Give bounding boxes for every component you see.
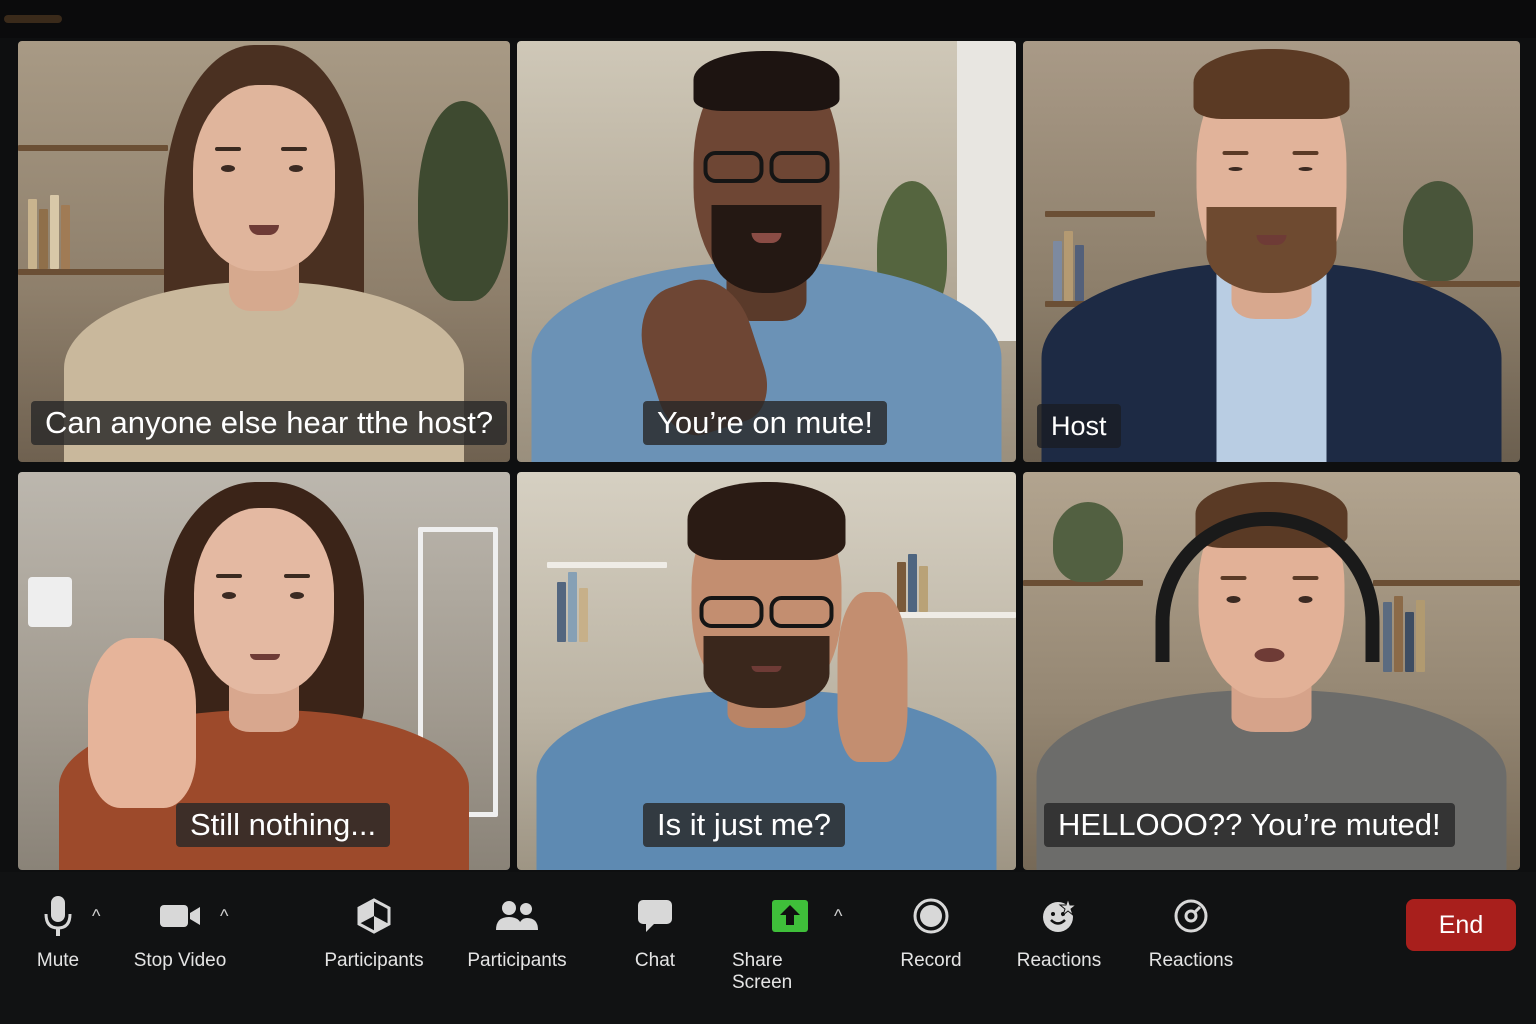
reactions-button-2[interactable]: Reactions [1146, 872, 1236, 972]
participant-tile-1[interactable]: Can anyone else hear tthe host? [18, 41, 510, 462]
chat-bubble-icon [636, 888, 674, 944]
participant-caption: You’re on mute! [643, 401, 888, 445]
mute-button[interactable]: Mute [30, 872, 86, 972]
video-camera-icon [158, 888, 202, 944]
reactions-button-1[interactable]: Reactions [1014, 872, 1104, 972]
video-grid: Can anyone else hear tthe host? You’re o… [18, 41, 1520, 870]
share-up-arrow-icon [771, 888, 809, 944]
participant-caption: HELLOOO?? You’re muted! [1044, 803, 1455, 847]
participant-person [1023, 41, 1520, 462]
people-icon [494, 888, 540, 944]
window-grip[interactable] [4, 15, 62, 23]
participant-person [18, 41, 510, 462]
participant-tile-6[interactable]: HELLOOO?? You’re muted! [1023, 472, 1520, 870]
participants-label-1: Participants [324, 950, 424, 971]
participant-caption: Is it just me? [643, 803, 845, 847]
share-screen-button[interactable]: Share Screen [732, 872, 848, 994]
window-top-bar [0, 0, 1536, 38]
reactions-label-1: Reactions [1016, 950, 1102, 971]
participant-caption: Host [1037, 404, 1121, 448]
record-button[interactable]: Record [898, 872, 964, 972]
participant-caption: Can anyone else hear tthe host? [31, 401, 508, 445]
audio-options-chevron-up-icon[interactable]: ^ [92, 906, 100, 927]
stop-video-button[interactable]: Stop Video [128, 872, 232, 972]
participants-label-2: Participants [467, 950, 567, 971]
share-screen-label: Share Screen [732, 950, 793, 993]
participant-tile-5[interactable]: Is it just me? [517, 472, 1016, 870]
participant-caption: Still nothing... [176, 803, 391, 847]
record-label: Record [900, 950, 962, 971]
end-meeting-button[interactable]: End [1406, 899, 1516, 951]
meeting-toolbar: Mute ^ Stop Video ^ Participants Partici… [0, 872, 1536, 1024]
cube-icon [357, 888, 391, 944]
participant-tile-2[interactable]: You’re on mute! [517, 41, 1016, 462]
participant-tile-3[interactable]: Host [1023, 41, 1520, 462]
video-options-chevron-up-icon[interactable]: ^ [220, 906, 228, 927]
microphone-icon [43, 888, 73, 944]
stop-video-label: Stop Video [133, 950, 227, 971]
participants-button-1[interactable]: Participants [320, 872, 428, 972]
chat-label: Chat [634, 950, 676, 971]
share-options-chevron-up-icon[interactable]: ^ [834, 906, 842, 927]
record-circle-icon [912, 888, 950, 944]
reaction-circle-icon [1172, 888, 1210, 944]
participant-tile-4[interactable]: Still nothing... [18, 472, 510, 870]
reactions-label-2: Reactions [1148, 950, 1234, 971]
mute-label: Mute [36, 950, 80, 971]
chat-button[interactable]: Chat [626, 872, 684, 972]
participant-person [517, 41, 1016, 462]
emoji-icon [1040, 888, 1078, 944]
participants-button-2[interactable]: Participants [463, 872, 571, 972]
